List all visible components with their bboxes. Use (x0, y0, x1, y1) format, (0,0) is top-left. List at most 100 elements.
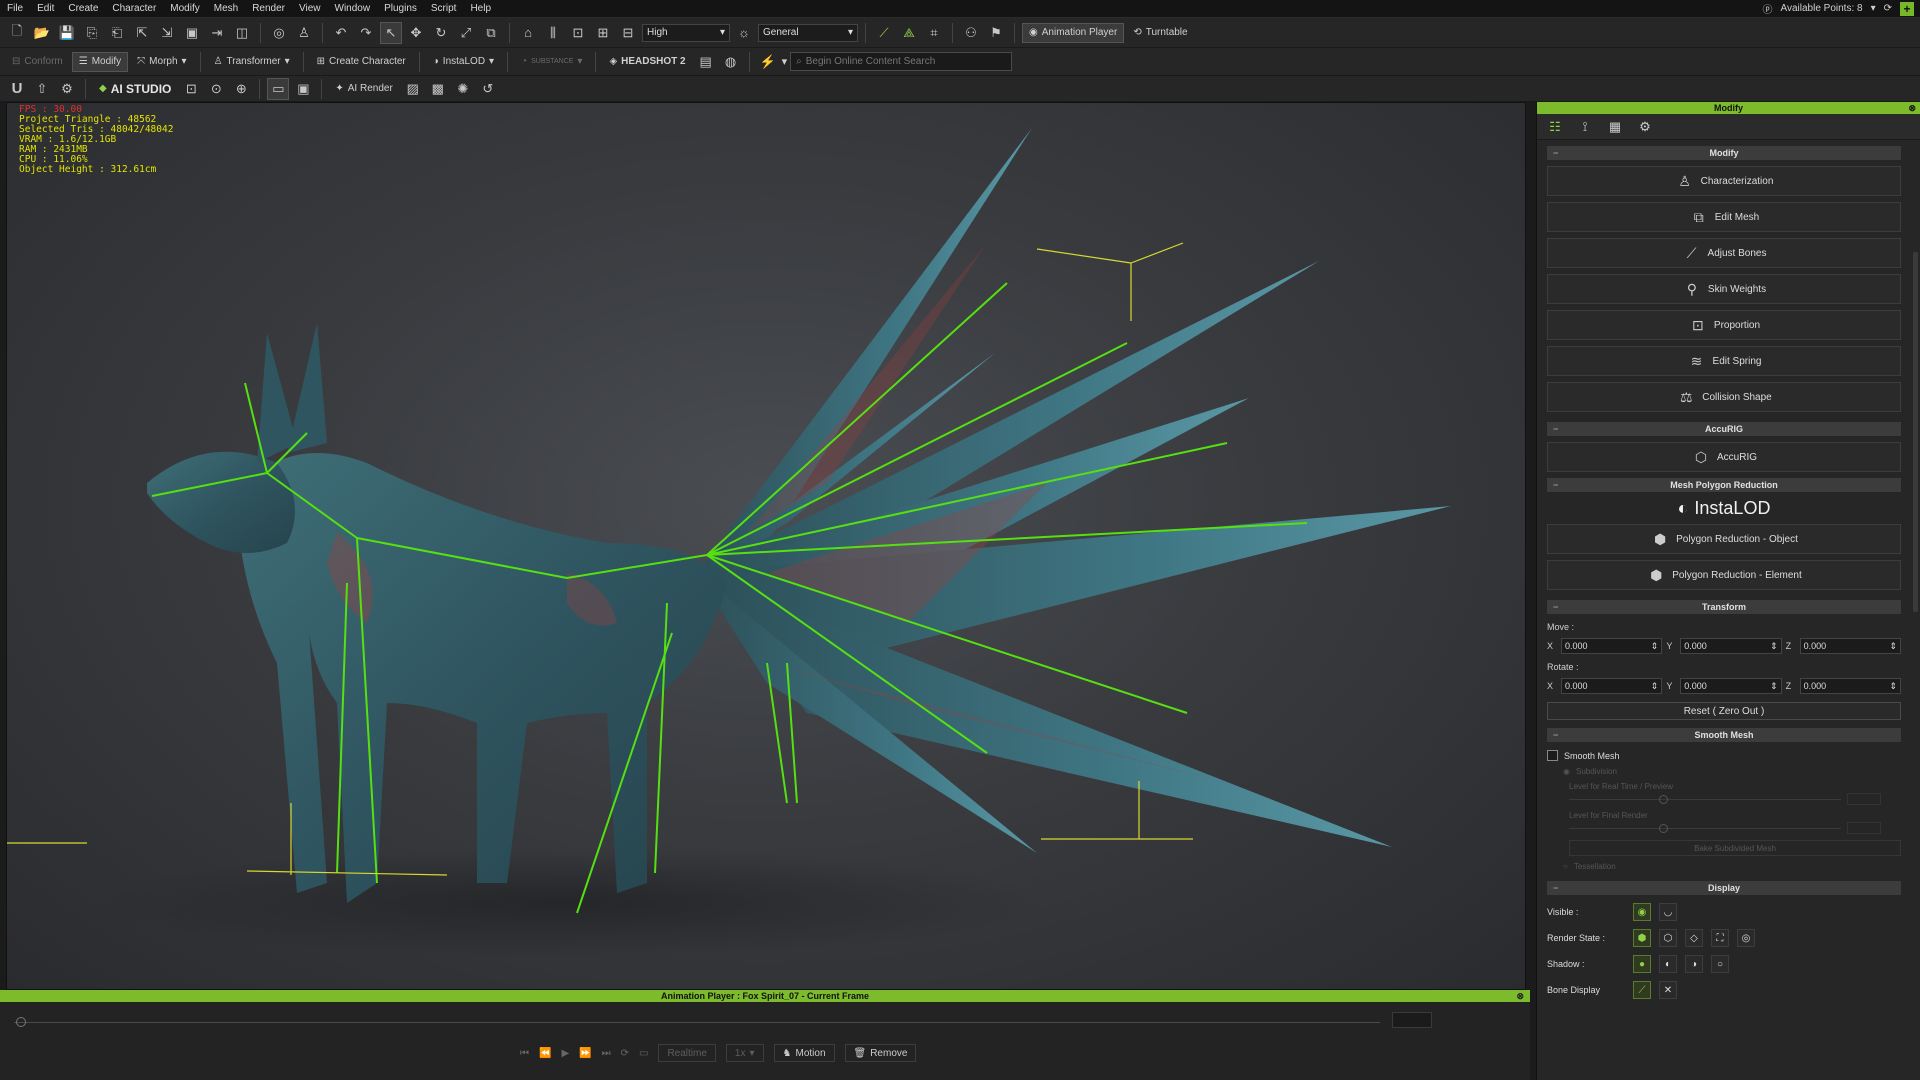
menu-modify[interactable]: Modify (163, 0, 206, 18)
gear-icon[interactable]: ⚙ (56, 78, 78, 100)
chevron-down-icon[interactable]: ▾ (782, 55, 788, 68)
scale-icon[interactable]: ⤢ (455, 22, 477, 44)
pack-icon[interactable]: ▣ (181, 22, 203, 44)
range-icon[interactable]: ▭ (639, 1048, 648, 1059)
menu-create[interactable]: Create (61, 0, 105, 18)
sun-icon[interactable]: ☼ (733, 22, 755, 44)
menu-mesh[interactable]: Mesh (207, 0, 245, 18)
flag-icon[interactable]: ⚑ (985, 22, 1007, 44)
subdivision-radio[interactable]: ◉ Subdivision (1563, 767, 1901, 776)
turntable-button[interactable]: ⟲ Turntable (1127, 23, 1193, 43)
xray-mode-icon[interactable]: ◎ (1737, 929, 1755, 947)
proportion-button[interactable]: ⊡ Proportion (1547, 310, 1901, 340)
move-z-field[interactable]: 0.000 ⇕ (1799, 638, 1901, 654)
send-icon[interactable]: ⇥ (206, 22, 228, 44)
section-transform[interactable]: − Transform (1547, 600, 1901, 614)
close-icon[interactable]: ⊗ (1908, 102, 1916, 114)
ai-render-button[interactable]: ✦ AI Render (329, 79, 398, 99)
level-render-slider[interactable] (1569, 822, 1881, 834)
eye-closed-icon[interactable]: ◡ (1659, 903, 1677, 921)
physics-tab-icon[interactable]: ⚙ (1635, 117, 1655, 137)
quality-select[interactable]: High ▾ (642, 23, 730, 42)
video-icon[interactable]: ▭ (267, 77, 290, 100)
zoom-icon[interactable]: ⊞ (592, 22, 614, 44)
3d-viewport[interactable]: FPS : 30.00 Project Triangle : 48562 Sel… (6, 102, 1526, 990)
flat-shade-icon[interactable]: ⬡ (1659, 929, 1677, 947)
bake-subdivided-mesh-button[interactable]: Bake Subdivided Mesh (1569, 840, 1901, 856)
material-tab-icon[interactable]: ▦ (1605, 117, 1625, 137)
rotate-y-field[interactable]: 0.000 ⇕ (1680, 678, 1782, 694)
timeline-handle[interactable] (16, 1017, 26, 1027)
menu-help[interactable]: Help (463, 0, 498, 18)
move-icon[interactable]: ✥ (405, 22, 427, 44)
save-icon[interactable]: 💾 (56, 22, 78, 44)
face-icon[interactable]: ⊙ (205, 78, 227, 100)
slider-knob[interactable] (1659, 795, 1668, 804)
shadow-cast-icon[interactable]: ◐ (1659, 955, 1677, 973)
wire-shade-icon[interactable]: ◇ (1685, 929, 1703, 947)
menu-edit[interactable]: Edit (30, 0, 61, 18)
add-points-button[interactable]: + (1900, 1, 1914, 16)
headshot-tool-icon[interactable]: ▤ (695, 51, 717, 73)
redo-icon[interactable]: ↷ (355, 22, 377, 44)
section-smooth-mesh[interactable]: − Smooth Mesh (1547, 728, 1901, 742)
slider-knob[interactable] (1659, 824, 1668, 833)
spinner-icon[interactable]: ⇕ (1651, 641, 1659, 652)
new-file-icon[interactable]: 🗋 (6, 22, 28, 44)
create-character-button[interactable]: ⊞ Create Character (311, 52, 412, 72)
body-icon[interactable]: ⊕ (230, 78, 252, 100)
transformer-button[interactable]: ♙ Transformer ▾ (208, 52, 296, 72)
skeleton-icon[interactable]: ⟁ (898, 22, 920, 44)
menu-plugins[interactable]: Plugins (377, 0, 424, 18)
skip-end-icon[interactable]: ⏭ (602, 1048, 611, 1059)
u-logo[interactable]: U (6, 78, 28, 100)
smooth-mesh-checkbox[interactable]: Smooth Mesh (1547, 750, 1901, 761)
smooth-shade-icon[interactable]: ⬢ (1633, 929, 1651, 947)
globe-icon[interactable]: ◍ (720, 51, 742, 73)
move-x-field[interactable]: 0.000 ⇕ (1560, 638, 1663, 654)
motion-button[interactable]: ♞ Motion (773, 1044, 835, 1062)
menu-view[interactable]: View (292, 0, 328, 18)
edit-spring-button[interactable]: ≋ Edit Spring (1547, 346, 1901, 376)
frame-icon[interactable]: ▩ (427, 78, 449, 100)
online-content-search[interactable]: ⌕ Begin Online Content Search (790, 52, 1013, 71)
people-icon[interactable]: ⚇ (960, 22, 982, 44)
panel-scrollbar[interactable] (1913, 252, 1918, 612)
collision-shape-button[interactable]: ⚖ Collision Shape (1547, 382, 1901, 412)
settings-icon[interactable]: ✺ (452, 78, 474, 100)
shadow-none-icon[interactable]: ○ (1711, 955, 1729, 973)
merge-icon[interactable]: ⇲ (156, 22, 178, 44)
spinner-icon[interactable]: ⇕ (1889, 681, 1897, 692)
section-modify[interactable]: − Modify (1547, 146, 1901, 160)
edit-mesh-button[interactable]: ⧉ Edit Mesh (1547, 202, 1901, 232)
layout-icon[interactable]: ⊟ (617, 22, 639, 44)
adjust-bones-button[interactable]: ⟋ Adjust Bones (1547, 238, 1901, 268)
rotate-icon[interactable]: ↻ (430, 22, 452, 44)
transform-icon[interactable]: ⧉ (480, 22, 502, 44)
realtime-select[interactable]: Realtime (658, 1044, 716, 1062)
fit-icon[interactable]: ⊡ (567, 22, 589, 44)
menu-window[interactable]: Window (328, 0, 378, 18)
headshot-button[interactable]: ◈ HEADSHOT 2 (603, 52, 691, 72)
substance-button[interactable]: ◔ SUBSTANCE ▾ (515, 52, 588, 72)
shadow-receive-icon[interactable]: ◑ (1685, 955, 1703, 973)
timeline-track[interactable] (14, 1022, 1380, 1023)
snapshot-icon[interactable]: ◫ (231, 22, 253, 44)
spinner-icon[interactable]: ⇕ (1889, 641, 1897, 652)
load-icon[interactable]: ⇱ (131, 22, 153, 44)
skip-start-icon[interactable]: ⏮ (520, 1048, 529, 1059)
mode-select[interactable]: General ▾ (758, 23, 858, 42)
menu-character[interactable]: Character (105, 0, 163, 18)
menu-file[interactable]: File (0, 0, 30, 18)
level-realtime-slider[interactable] (1569, 793, 1881, 805)
undo-icon[interactable]: ↶ (330, 22, 352, 44)
polygon-reduction-object-button[interactable]: ⬢ Polygon Reduction - Object (1547, 524, 1901, 554)
polygon-reduction-element-button[interactable]: ⬢ Polygon Reduction - Element (1547, 560, 1901, 590)
characterization-button[interactable]: ♙ Characterization (1547, 166, 1901, 196)
camera-icon[interactable]: ◎ (268, 22, 290, 44)
morph-button[interactable]: ⤧ Morph ▾ (131, 52, 192, 72)
ai-icon[interactable]: ▣ (292, 78, 314, 100)
loop-icon[interactable]: ⟳ (621, 1048, 629, 1059)
section-mesh-reduction[interactable]: − Mesh Polygon Reduction (1547, 478, 1901, 492)
history-icon[interactable]: ↺ (477, 78, 499, 100)
